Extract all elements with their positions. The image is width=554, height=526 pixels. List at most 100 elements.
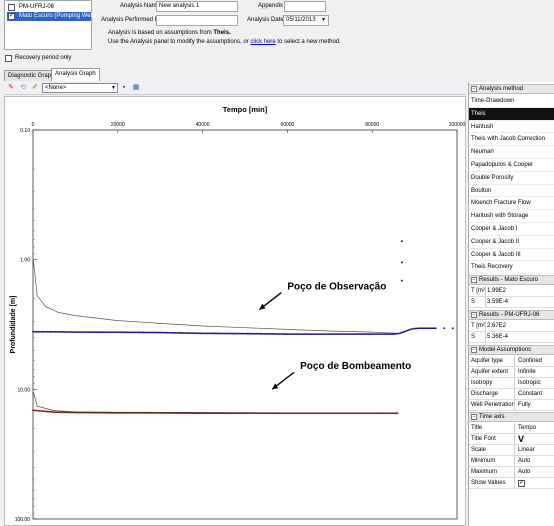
results-pm-ufrj-06-header[interactable]: − Results - PM-UFRJ-06 <box>469 310 554 321</box>
well-label: PM-UFRJ-06 <box>19 4 55 10</box>
x-tick-label: 20000 <box>111 122 125 128</box>
property-value[interactable]: Linear <box>518 445 535 455</box>
graph-select[interactable]: <None> ▼ <box>42 83 118 93</box>
x-tick-label: 80000 <box>365 122 379 128</box>
recovery-label: Recovery period only <box>15 55 72 61</box>
method-item[interactable]: Moench Fracture Flow <box>469 197 554 211</box>
method-item[interactable]: Theis <box>469 107 554 121</box>
tab-analysis-graph[interactable]: Analysis Graph <box>51 68 100 81</box>
analysis-chart[interactable]: Tempo [min] Profundidade [m] 0 20000 40000 60… <box>4 96 466 526</box>
performed-by-input[interactable] <box>156 15 238 26</box>
chevron-down-icon[interactable]: ▼ <box>111 84 116 92</box>
analysis-name-input[interactable]: New analysis 1 <box>156 1 238 12</box>
observation-outliers-point <box>400 240 403 243</box>
y-tick-label: 100.00 <box>15 517 31 523</box>
wells-list[interactable]: PM-UFRJ-06 ✓ Mato Escuro (Pumping Well) <box>4 0 95 50</box>
observation-data-point <box>434 327 437 330</box>
method-item[interactable]: Neuman <box>469 146 554 159</box>
property-value: 1.99E2 <box>487 288 507 295</box>
method-item[interactable]: Hantush with Storage <box>469 210 554 223</box>
method-item[interactable]: Double Porosity <box>469 172 554 185</box>
info-text: Analysis is based on assumptions from <box>108 30 214 36</box>
property-value[interactable]: Auto <box>518 456 530 466</box>
time-axis-row: Minimum Auto <box>469 456 554 468</box>
property-key: Aquifer extent <box>471 367 515 378</box>
property-value[interactable]: Auto <box>518 467 530 477</box>
section-title: Results - PM-UFRJ-06 <box>479 312 540 319</box>
property-value: Constant <box>518 391 543 398</box>
result-row: T [m²/d]1.99E2 <box>469 286 554 298</box>
time-axis-row: Scale Linear <box>469 445 554 457</box>
table-icon[interactable]: ▦ <box>132 84 140 92</box>
collapse-icon[interactable]: − <box>471 86 477 92</box>
x-axis-title: Tempo [min] <box>223 105 268 114</box>
x-tick-label: 0 <box>32 122 35 128</box>
section-title: Time axis <box>479 414 505 421</box>
property-key: Maximum <box>471 467 515 478</box>
recovery-checkbox[interactable] <box>5 55 12 62</box>
show-values-checkbox[interactable]: ✓ <box>518 478 525 488</box>
time-axis-row: Show Values ✓ <box>469 478 554 490</box>
property-value: Infinite <box>518 369 536 376</box>
property-key: T [m²/d] <box>471 286 486 297</box>
collapse-icon[interactable]: − <box>471 414 477 421</box>
property-value: 2.67E2 <box>487 323 507 330</box>
property-value[interactable]: V <box>518 434 524 444</box>
property-value: 3.59E-4 <box>487 299 509 306</box>
assumption-row: Isotropy Isotropic <box>469 378 554 390</box>
well-item-pm-ufrj-06[interactable]: PM-UFRJ-06 <box>7 3 91 12</box>
chevron-down-icon[interactable]: ▼ <box>321 16 326 25</box>
reset-icon[interactable]: ⟲ <box>19 84 27 92</box>
property-key: Aquifer type <box>471 356 515 367</box>
method-item[interactable]: Cooper & Jacob II <box>469 236 554 249</box>
property-key: Isotropy <box>471 378 515 389</box>
info-method: Theis. <box>213 30 231 36</box>
annotation-label: Poço de Bombeamento <box>300 361 411 372</box>
method-item[interactable]: Boulton <box>469 185 554 198</box>
section-title: Model Assumptions <box>479 347 532 354</box>
model-assumptions-header[interactable]: − Model Assumptions <box>469 345 554 356</box>
x-tick-label: 60000 <box>280 122 294 128</box>
method-item[interactable]: Cooper & Jacob I <box>469 223 554 236</box>
edit-icon[interactable]: ✐ <box>31 84 39 92</box>
performed-by-label: Analysis Performed by <box>101 17 162 23</box>
method-item[interactable]: Cooper & Jacob III <box>469 249 554 262</box>
time-axis-header[interactable]: − Time axis <box>469 412 554 423</box>
well-item-mato-escuro[interactable]: ✓ Mato Escuro (Pumping Well) <box>7 12 95 21</box>
graph-toolbar: ✎ ⟲ ✐ <None> ▼ ▪ ▦ <box>4 81 466 95</box>
property-value: Isotropic <box>518 380 541 387</box>
y-tick-label: 0.10 <box>20 128 30 134</box>
collapse-icon[interactable]: − <box>471 277 477 284</box>
property-key: Minimum <box>471 456 515 467</box>
collapse-icon[interactable]: − <box>471 312 477 319</box>
well-checkbox[interactable]: ✓ <box>8 13 15 20</box>
method-item[interactable]: Theis Recovery <box>469 261 554 275</box>
method-item[interactable]: Time-Drawdown <box>469 95 554 108</box>
method-item[interactable]: Hantush <box>469 121 554 134</box>
info-text: Use the Analysis panel to modify the ass… <box>108 39 251 45</box>
results-mato-escuro-header[interactable]: − Results - Mato Escuro <box>469 275 554 286</box>
appendix-input[interactable] <box>284 1 326 12</box>
y-tick-label: 10.00 <box>17 387 30 393</box>
property-value[interactable]: Tempo <box>518 423 536 433</box>
result-row: S 5.36E-4 <box>469 332 554 344</box>
method-item[interactable]: Theis with Jacob Correction <box>469 133 554 147</box>
collapse-icon[interactable]: − <box>471 347 477 354</box>
analysis-date-value: 05/11/2013 <box>286 17 316 23</box>
info-icon[interactable]: ▪ <box>120 84 128 92</box>
graph-select-value: <None> <box>45 85 67 91</box>
result-row: T [m²/d]2.67E2 <box>469 321 554 333</box>
property-key: T [m²/d] <box>471 321 486 332</box>
method-item[interactable]: Papadopulos & Cooper <box>469 159 554 172</box>
x-tick-label: 100000 <box>449 122 466 128</box>
well-checkbox[interactable] <box>8 4 15 11</box>
click-here-link[interactable]: click here <box>250 39 275 45</box>
property-value: Fully <box>518 402 531 409</box>
pencil-icon[interactable]: ✎ <box>7 84 15 92</box>
time-axis-row: Maximum Auto <box>469 467 554 479</box>
property-key: Title Font <box>471 434 515 445</box>
analysis-date-input[interactable]: 05/11/2013 ▼ <box>283 15 329 26</box>
analysis-method-header[interactable]: − Analysis method <box>469 84 554 94</box>
info-line-2: Use the Analysis panel to modify the ass… <box>108 39 341 45</box>
property-value: 5.36E-4 <box>487 334 509 341</box>
